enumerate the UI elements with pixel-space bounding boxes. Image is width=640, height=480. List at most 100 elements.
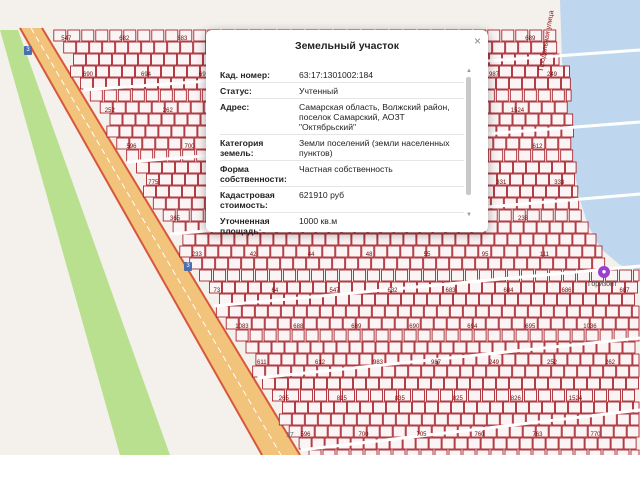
popup-scrollbar[interactable]: ▲ ▼ [466, 68, 472, 218]
parcel [173, 89, 187, 102]
parcel [462, 257, 476, 270]
parcel [159, 173, 172, 186]
parcel [558, 137, 572, 150]
parcel [283, 245, 297, 258]
parcel [293, 305, 307, 318]
parcel [102, 41, 116, 54]
parcel [486, 365, 500, 378]
parcel [557, 293, 570, 306]
parcel [193, 41, 207, 54]
route-badge-top: 3 [24, 46, 32, 55]
scroll-down-icon[interactable]: ▼ [466, 212, 472, 218]
parcel [202, 257, 216, 270]
parcel [540, 305, 554, 318]
parcel [346, 401, 360, 414]
parcel [492, 41, 506, 54]
parcel [536, 173, 549, 186]
close-icon[interactable]: × [474, 35, 481, 47]
road-number-label: 17 [286, 432, 294, 439]
parcel [542, 401, 555, 414]
parcel [227, 269, 241, 282]
parcel [613, 377, 626, 390]
parcel [497, 221, 511, 234]
parcel [103, 89, 117, 102]
parcel [395, 365, 409, 378]
parcel [463, 401, 477, 414]
parcel [498, 209, 512, 222]
parcel [436, 257, 450, 270]
parcel [306, 257, 320, 270]
parcel [395, 269, 409, 282]
parcel-number: 238 [518, 216, 529, 222]
parcel [142, 137, 156, 150]
parcel [478, 293, 492, 306]
parcel [89, 89, 103, 102]
parcel [252, 365, 266, 378]
parcel [500, 161, 514, 174]
parcel-number: 265 [279, 396, 290, 402]
parcel [487, 29, 501, 42]
parcel [488, 305, 502, 318]
parcel [125, 53, 138, 66]
parcel [465, 269, 479, 282]
parcel [509, 377, 523, 390]
parcel [579, 257, 593, 270]
parcel-number: 690 [409, 324, 420, 330]
poi-icon[interactable]: ● [598, 266, 610, 278]
parcel-number: 48 [366, 252, 373, 258]
parcel [109, 113, 123, 126]
parcel [340, 425, 354, 438]
parcel [415, 437, 429, 450]
parcel [572, 185, 579, 198]
parcel [449, 257, 463, 270]
parcel [527, 305, 541, 318]
parcel [369, 413, 383, 426]
parcel [180, 41, 194, 54]
parcel [117, 89, 131, 102]
parcel [359, 401, 373, 414]
parcel [508, 77, 522, 90]
poi-label[interactable]: Горизонт [588, 281, 617, 288]
parcel [543, 329, 557, 342]
parcel [527, 257, 541, 270]
scroll-thumb[interactable] [466, 77, 471, 195]
parcel [387, 245, 401, 258]
parcel [465, 293, 479, 306]
cadastral-map[interactable]: 547 682 683 684 686 687 1083 688 689 690 694 695 103… [0, 0, 640, 455]
parcel [411, 401, 425, 414]
parcel [495, 89, 509, 102]
parcel [401, 341, 415, 354]
parcel [568, 401, 581, 414]
parcel [594, 401, 607, 414]
parcel [119, 125, 133, 138]
parcel [491, 293, 505, 306]
parcel [494, 233, 508, 246]
parcel [485, 317, 499, 330]
parcel [397, 305, 411, 318]
parcel [356, 413, 370, 426]
parcel [633, 269, 640, 282]
parcel [418, 377, 432, 390]
parcel [473, 329, 487, 342]
parcel [195, 233, 209, 246]
parcel [294, 353, 308, 366]
parcel [358, 257, 372, 270]
parcel [268, 353, 282, 366]
parcel [128, 41, 142, 54]
parcel [515, 353, 529, 366]
parcel [499, 413, 513, 426]
parcel [532, 149, 546, 162]
scroll-up-icon[interactable]: ▲ [466, 68, 472, 74]
parcel [470, 377, 484, 390]
parcel-number: 249 [489, 360, 500, 366]
parcel [541, 101, 555, 114]
parcel [482, 281, 495, 294]
parcel [619, 269, 632, 282]
parcel [445, 329, 459, 342]
parcel-number: 262 [605, 360, 616, 366]
parcel [434, 413, 448, 426]
parcel [423, 257, 437, 270]
parcel [381, 269, 395, 282]
parcel [193, 29, 207, 42]
parcel [298, 437, 312, 450]
